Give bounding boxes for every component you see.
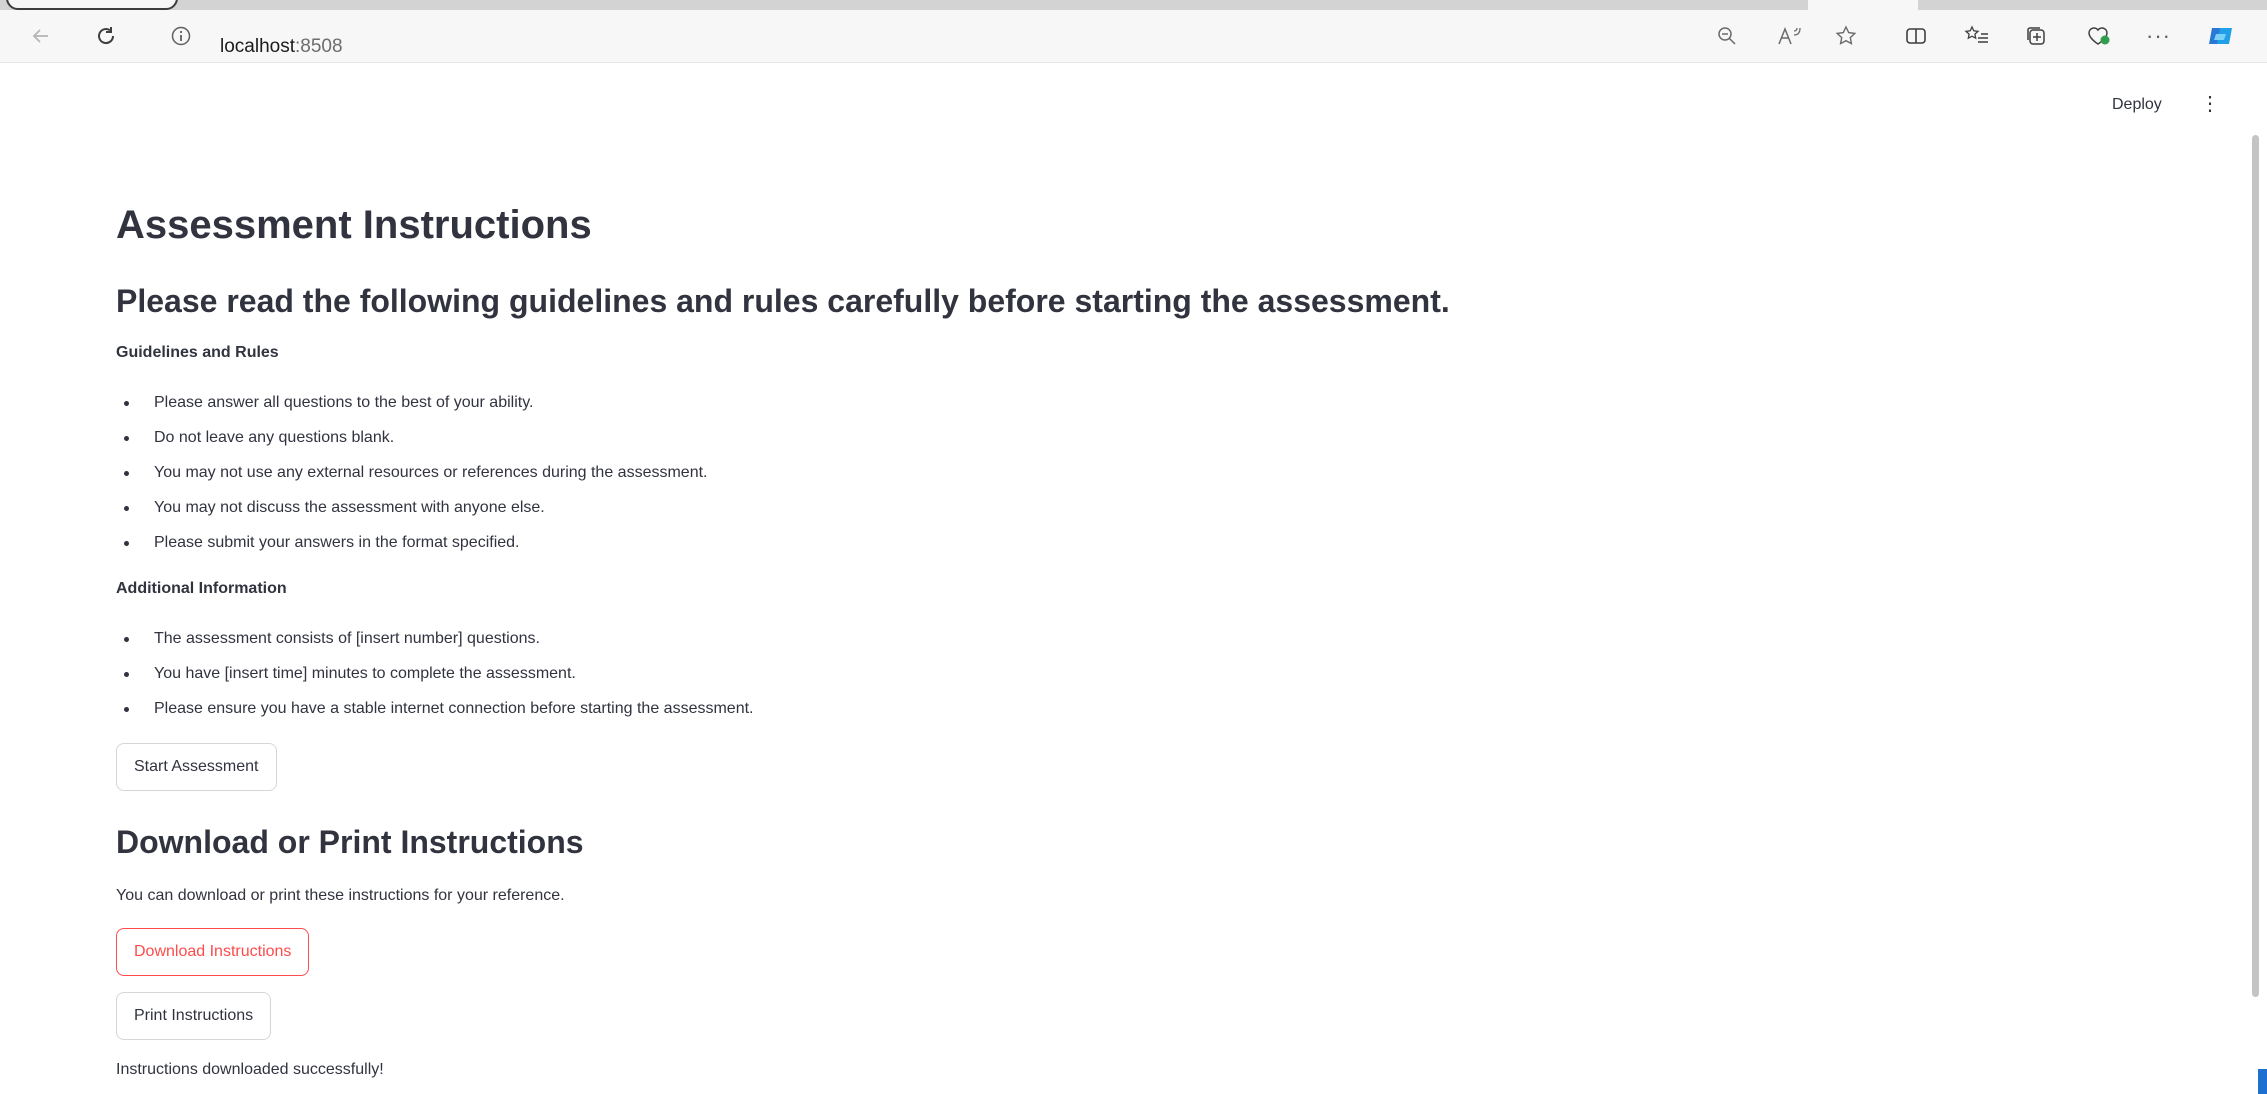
download-section-text: You can download or print these instruct… <box>116 887 565 904</box>
page-subtitle: Please read the following guidelines and… <box>116 283 1450 319</box>
address-bar[interactable]: localhost:8508 <box>220 36 343 58</box>
deploy-button[interactable]: Deploy <box>2112 96 2162 114</box>
page-scrollbar[interactable] <box>2252 135 2259 997</box>
copilot-icon[interactable] <box>2206 22 2236 50</box>
refresh-icon[interactable] <box>94 22 118 50</box>
list-item: The assessment consists of [insert numbe… <box>116 629 753 664</box>
list-item: Please answer all questions to the best … <box>116 393 707 428</box>
favorites-list-icon[interactable] <box>1964 22 1990 50</box>
more-icon[interactable]: ··· <box>2146 22 2171 50</box>
side-edge-marker <box>2258 1069 2267 1094</box>
guidelines-heading: Guidelines and Rules <box>116 344 279 361</box>
additional-info-list: The assessment consists of [insert numbe… <box>116 629 753 734</box>
url-port: :8508 <box>295 36 343 57</box>
status-message: Instructions downloaded successfully! <box>116 1061 384 1078</box>
zoom-out-icon[interactable] <box>1716 22 1738 50</box>
list-item: You have [insert time] minutes to comple… <box>116 664 753 699</box>
list-item: Do not leave any questions blank. <box>116 428 707 463</box>
start-assessment-button[interactable]: Start Assessment <box>116 743 277 791</box>
favorite-star-icon[interactable] <box>1834 22 1858 50</box>
page-title: Assessment Instructions <box>116 203 592 247</box>
app-viewport: Deploy ⋮ Assessment Instructions Please … <box>0 63 2267 1094</box>
browser-tab-active[interactable] <box>1808 0 1918 10</box>
info-icon[interactable] <box>170 22 192 50</box>
list-item: Please ensure you have a stable internet… <box>116 699 753 734</box>
collections-icon[interactable] <box>2024 22 2048 50</box>
url-host: localhost <box>220 36 295 57</box>
main-menu-icon[interactable]: ⋮ <box>2200 94 2220 114</box>
guidelines-list: Please answer all questions to the best … <box>116 393 707 568</box>
list-item: You may not discuss the assessment with … <box>116 498 707 533</box>
browser-tab-strip <box>0 0 2267 10</box>
browser-toolbar: localhost:8508 ··· <box>0 10 2267 63</box>
split-screen-icon[interactable] <box>1904 22 1928 50</box>
download-section-title: Download or Print Instructions <box>116 824 584 860</box>
read-aloud-icon[interactable] <box>1776 22 1802 50</box>
browser-tab[interactable] <box>6 0 178 10</box>
back-arrow-icon[interactable] <box>30 22 52 50</box>
browser-essentials-icon[interactable] <box>2084 22 2112 50</box>
list-item: Please submit your answers in the format… <box>116 533 707 568</box>
list-item: You may not use any external resources o… <box>116 463 707 498</box>
additional-info-heading: Additional Information <box>116 580 287 597</box>
print-instructions-button[interactable]: Print Instructions <box>116 992 272 1040</box>
download-instructions-button[interactable]: Download Instructions <box>116 928 310 976</box>
app-header: Deploy ⋮ <box>0 63 2267 143</box>
